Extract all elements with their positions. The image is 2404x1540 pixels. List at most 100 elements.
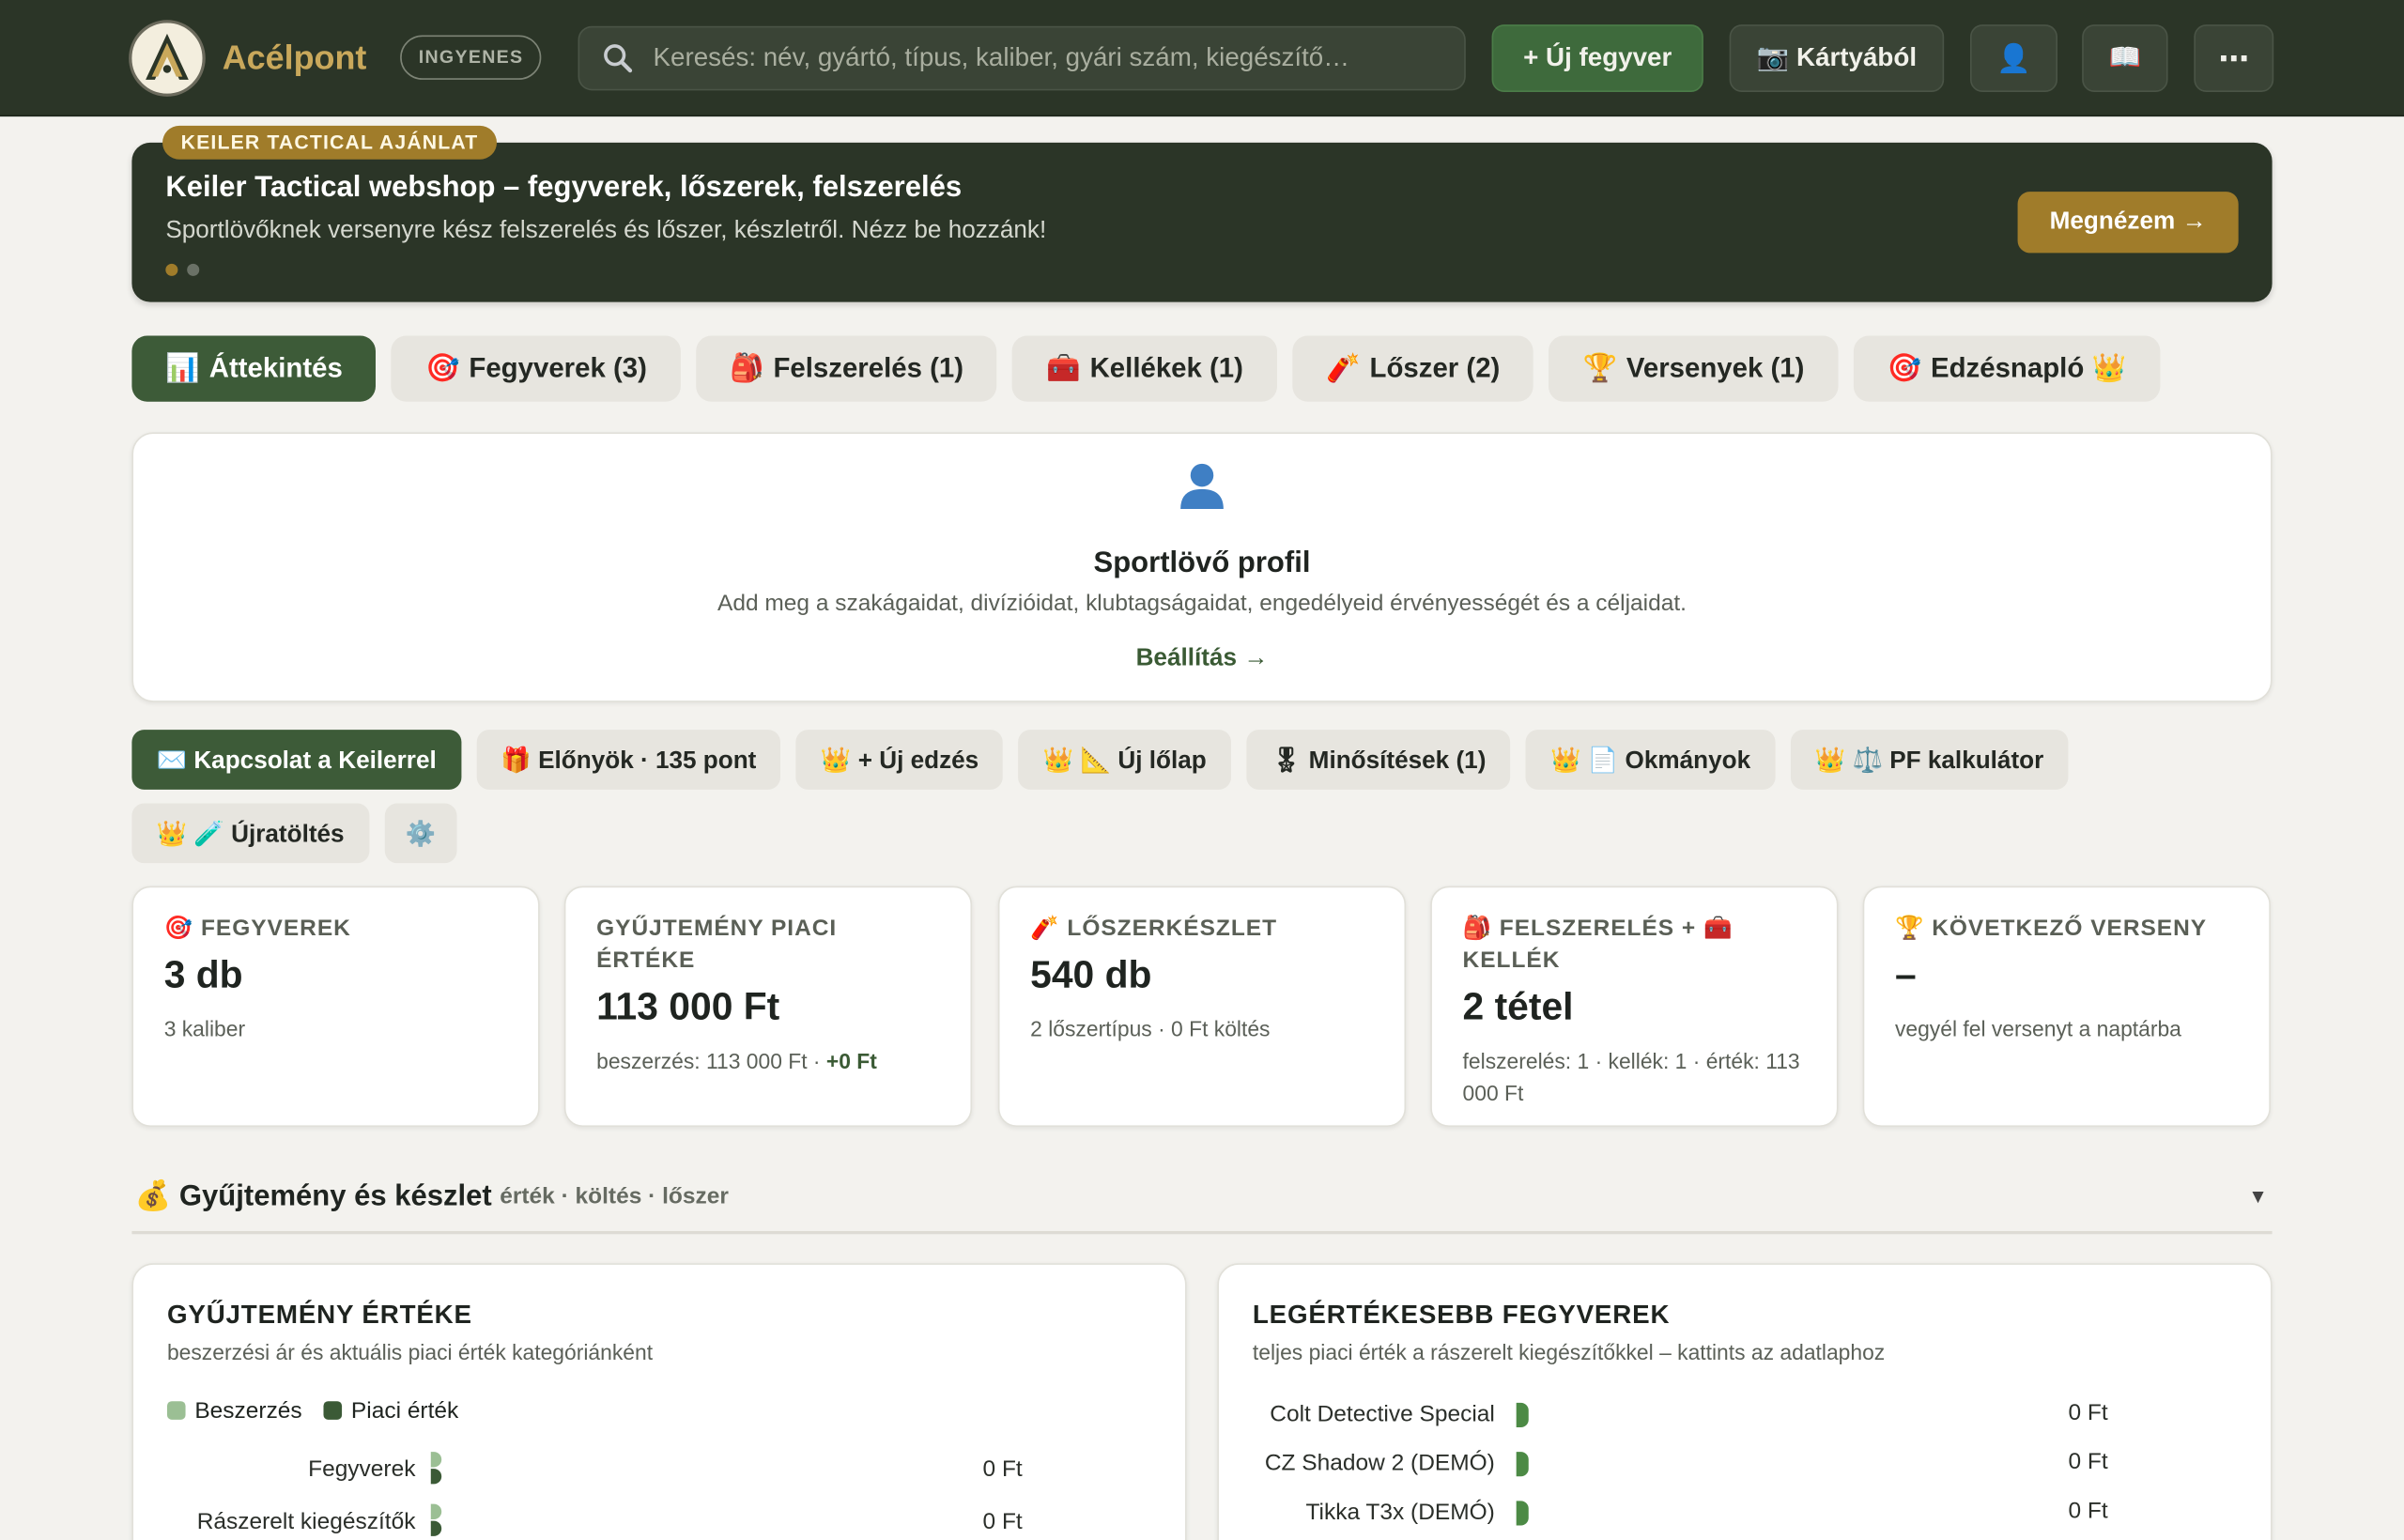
purchase-bar[interactable] (430, 1452, 442, 1468)
section-divider (131, 1231, 2273, 1235)
stat-delta: +0 Ft (825, 1048, 877, 1073)
more-menu-icon[interactable]: ⋯ (2194, 24, 2274, 92)
stat-sub: beszerzés: 113 000 Ft · +0 Ft (596, 1045, 940, 1077)
legend-label: Piaci érték (350, 1397, 459, 1424)
user-icon (1175, 458, 1230, 521)
purchase-bar[interactable] (430, 1503, 442, 1519)
panel-title: GYŰJTEMÉNY ÉRTÉKE (166, 1300, 472, 1330)
weapon-link[interactable]: Colt Detective Special (1270, 1401, 1495, 1427)
promo-tag: KEILER TACTICAL AJÁNLAT (162, 125, 497, 160)
action-bar: ✉️ Kapcsolat a Keilerrel 🎁 Előnyök · 135… (131, 730, 2124, 864)
profile-setup-link[interactable]: Beállítás → (133, 645, 2271, 672)
category-label: Fegyverek (308, 1456, 416, 1483)
panel-subtitle: teljes piaci érték a rászerelt kiegészít… (1252, 1339, 1886, 1365)
tab-overview[interactable]: 📊 Áttekintés (131, 335, 377, 402)
search-input[interactable] (653, 27, 1451, 89)
reloading-button[interactable]: 👑 🧪 Újratöltés (131, 803, 369, 864)
new-weapon-button[interactable]: + Új fegyver (1491, 24, 1703, 92)
stat-label: GYŰJTEMÉNY PIACI ÉRTÉKE (596, 915, 838, 974)
toolbox-icon: 🧰 (1046, 352, 1081, 384)
stat-card-ammo[interactable]: 🧨 LŐSZERKÉSZLET 540 db 2 lőszertípus · 0… (997, 886, 1407, 1127)
pf-calculator-button[interactable]: 👑 ⚖️ PF kalkulátor (1790, 730, 2069, 790)
carousel-dot-2[interactable] (187, 263, 200, 276)
stat-card-next-competition[interactable]: 🏆 KÖVETKEZŐ VERSENY – vegyél fel verseny… (1862, 886, 2271, 1127)
stat-value: – (1894, 953, 1917, 997)
qualifications-button[interactable]: 🎖 Minősítések (1) (1246, 730, 1511, 790)
tab-competitions[interactable]: 🏆 Versenyek (1) (1549, 335, 1839, 402)
market-value-bar[interactable] (1516, 1501, 1529, 1526)
panel-subtitle: beszerzési ár és aktuális piaci érték ka… (166, 1339, 654, 1365)
legend-swatch (323, 1401, 343, 1420)
legend-swatch (166, 1401, 186, 1420)
tab-ammo[interactable]: 🧨 Lőszer (2) (1292, 335, 1534, 402)
value-label: 0 Ft (982, 1508, 1023, 1535)
value-label: 0 Ft (982, 1456, 1023, 1483)
trophy-icon: 🏆 (1582, 352, 1618, 384)
contact-keiler-button[interactable]: ✉️ Kapcsolat a Keilerrel (131, 730, 461, 790)
stat-value: 113 000 Ft (596, 985, 780, 1029)
backpack-icon: 🎒 (730, 352, 764, 384)
section-subtitle: érték · költés · lőszer (500, 1183, 729, 1210)
stat-card-collection-value[interactable]: GYŰJTEMÉNY PIACI ÉRTÉKE 113 000 Ft besze… (563, 886, 973, 1127)
tab-training-log[interactable]: 🎯 Edzésnapló 👑 (1853, 335, 2160, 402)
market-value-bar[interactable] (1516, 1402, 1529, 1427)
legend-item-market: Piaci érték (323, 1397, 459, 1424)
tab-label: Felszerelés (1) (773, 352, 964, 384)
profile-icon[interactable]: 👤 (1969, 24, 2058, 92)
from-card-button[interactable]: 📷 Kártyából (1729, 24, 1945, 92)
stat-sub: 3 kaliber (163, 1016, 246, 1041)
value-label: 0 Ft (2068, 1448, 2108, 1475)
stat-sub: vegyél fel versenyt a naptárba (1894, 1016, 2181, 1041)
tab-label: Versenyek (1) (1626, 352, 1805, 384)
tab-accessories[interactable]: 🧰 Kellékek (1) (1012, 335, 1277, 402)
stat-sub: felszerelés: 1 · kellék: 1 · érték: 113 … (1462, 1048, 1800, 1106)
profile-description: Add meg a szakágaidat, divízióidat, klub… (717, 590, 1687, 617)
stat-sub-text: beszerzés: 113 000 Ft · (596, 1048, 826, 1073)
app-name[interactable]: Acélpont (223, 38, 367, 78)
plan-badge: INGYENES (400, 35, 543, 80)
promo-banner[interactable]: Keiler Tactical webshop – fegyverek, lős… (131, 142, 2273, 302)
tab-label: Edzésnapló 👑 (1930, 352, 2127, 384)
app-logo-icon[interactable] (129, 20, 206, 97)
tab-label: Kellékek (1) (1089, 352, 1243, 384)
top-weapons-panel: LEGÉRTÉKESEBB FEGYVEREK teljes piaci ért… (1217, 1263, 2273, 1540)
market-bar[interactable] (430, 1520, 442, 1536)
value-label: 0 Ft (2068, 1399, 2108, 1426)
stat-label: 🎒 FELSZERELÉS + 🧰 KELLÉK (1462, 915, 1734, 974)
tab-label: Áttekintés (208, 352, 343, 384)
main-tabs: 📊 Áttekintés 🎯 Fegyverek (3) 🎒 Felszerelés … (131, 335, 2160, 402)
carousel-dot-1[interactable] (165, 263, 178, 276)
stat-value: 3 db (163, 953, 243, 997)
stat-card-weapons[interactable]: 🎯 FEGYVEREK 3 db 3 kaliber (131, 886, 540, 1127)
tab-equipment[interactable]: 🎒 Felszerelés (1) (696, 335, 997, 402)
top-bar: Acélpont INGYENES + Új fegyver 📷 Kártyáb… (0, 0, 2404, 117)
tab-label: Fegyverek (3) (469, 352, 647, 384)
tab-weapons[interactable]: 🎯 Fegyverek (3) (392, 335, 681, 402)
benefits-button[interactable]: 🎁 Előnyök · 135 pont (476, 730, 781, 790)
documents-button[interactable]: 👑 📄 Okmányok (1525, 730, 1776, 790)
stat-card-equipment[interactable]: 🎒 FELSZERELÉS + 🧰 KELLÉK 2 tétel felszer… (1430, 886, 1839, 1127)
settings-gear-icon[interactable]: ⚙️ (384, 803, 458, 864)
search-box[interactable] (578, 25, 1466, 91)
chevron-down-icon[interactable]: ▾ (2252, 1182, 2263, 1209)
promo-cta-button[interactable]: Megnézem → (2017, 192, 2239, 254)
stat-label: 🏆 KÖVETKEZŐ VERSENY (1894, 915, 2208, 942)
new-target-sheet-button[interactable]: 👑 📐 Új lőlap (1018, 730, 1231, 790)
stat-sub: 2 lőszertípus · 0 Ft költés (1030, 1016, 1271, 1041)
shooter-profile-card: Sportlövő profil Add meg a szakágaidat, … (131, 432, 2273, 702)
weapon-link[interactable]: CZ Shadow 2 (DEMÓ) (1265, 1450, 1495, 1476)
market-value-bar[interactable] (1516, 1452, 1529, 1477)
tab-label: Lőszer (2) (1369, 352, 1501, 384)
new-training-button[interactable]: 👑 + Új edzés (795, 730, 1004, 790)
carousel-dots (165, 263, 200, 276)
legend-item-purchase: Beszerzés (166, 1398, 302, 1424)
profile-title: Sportlövő profil (1093, 547, 1311, 580)
value-label: 0 Ft (2068, 1498, 2108, 1524)
guide-icon[interactable]: 📖 (2082, 24, 2168, 92)
market-bar[interactable] (430, 1469, 442, 1485)
chart-icon: 📊 (165, 352, 200, 384)
weapon-link[interactable]: Tikka T3x (DEMÓ) (1305, 1500, 1494, 1526)
section-title[interactable]: 💰 Gyűjtemény és készlet (135, 1178, 492, 1214)
panel-title: LEGÉRTÉKESEBB FEGYVEREK (1252, 1300, 1671, 1330)
stat-value: 2 tétel (1462, 985, 1574, 1029)
